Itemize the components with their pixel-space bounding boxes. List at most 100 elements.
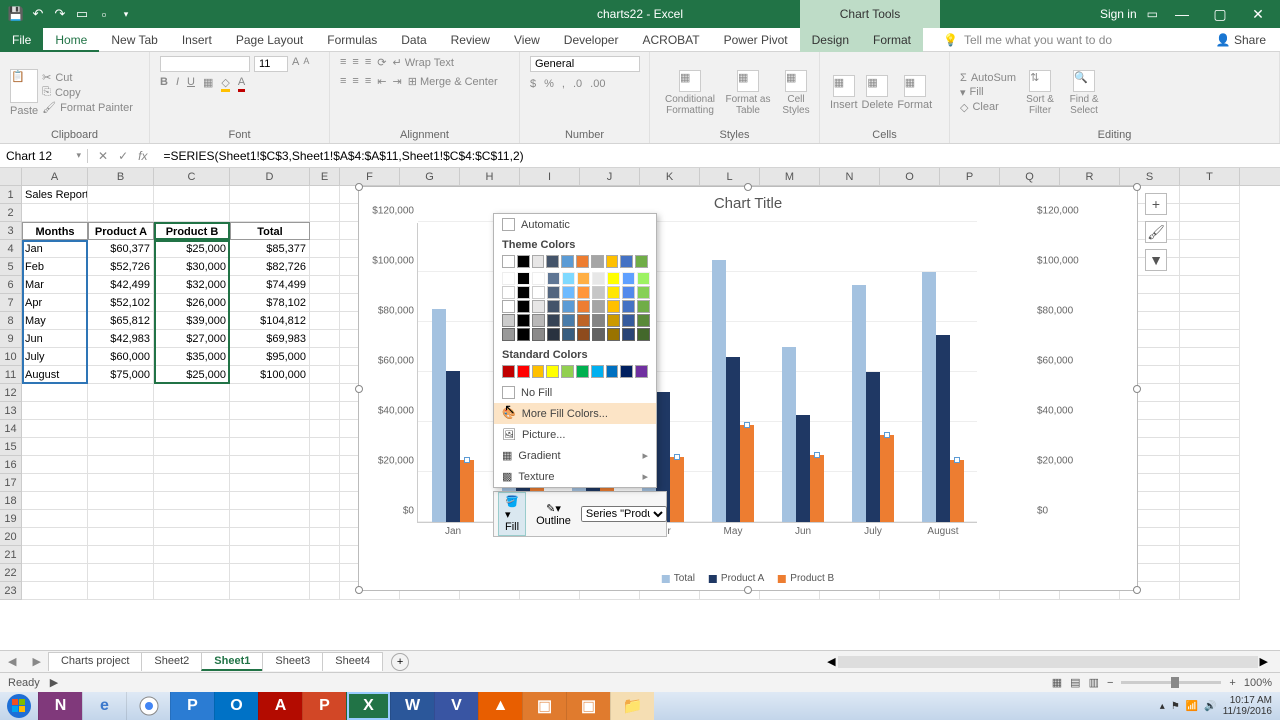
color-swatch[interactable]: [635, 255, 648, 268]
format-painter-button[interactable]: 🖌 Format Painter: [42, 101, 133, 114]
cell[interactable]: [22, 510, 88, 528]
cell[interactable]: [310, 546, 340, 564]
color-swatch[interactable]: [622, 286, 635, 299]
more-fill-colors[interactable]: 🎨More Fill Colors...: [494, 403, 656, 424]
row-header[interactable]: 1: [0, 186, 22, 204]
fill-automatic[interactable]: Automatic: [494, 214, 656, 235]
row-header[interactable]: 22: [0, 564, 22, 582]
fill-texture[interactable]: ▩Texture▸: [494, 466, 656, 487]
fill-color-icon[interactable]: ◇: [221, 76, 229, 92]
cell[interactable]: [310, 312, 340, 330]
tab-view[interactable]: View: [502, 28, 552, 52]
increase-decimal-icon[interactable]: .0: [573, 78, 582, 90]
chart-bar[interactable]: [432, 309, 446, 522]
col-header[interactable]: D: [230, 168, 310, 185]
cell[interactable]: [154, 186, 230, 204]
col-header[interactable]: S: [1120, 168, 1180, 185]
col-header[interactable]: A: [22, 168, 88, 185]
cell[interactable]: May: [22, 312, 88, 330]
row-header[interactable]: 5: [0, 258, 22, 276]
cell[interactable]: $35,000: [154, 348, 230, 366]
taskbar-acrobat-icon[interactable]: A: [258, 692, 302, 720]
color-swatch[interactable]: [607, 272, 620, 285]
cell[interactable]: [310, 420, 340, 438]
color-swatch[interactable]: [592, 286, 605, 299]
tab-data[interactable]: Data: [389, 28, 438, 52]
color-swatch[interactable]: [562, 300, 575, 313]
cell[interactable]: [230, 546, 310, 564]
taskbar-publisher-icon[interactable]: P: [170, 692, 214, 720]
col-header[interactable]: R: [1060, 168, 1120, 185]
cell[interactable]: Product A: [88, 222, 154, 240]
bold-icon[interactable]: B: [160, 76, 168, 92]
col-header[interactable]: M: [760, 168, 820, 185]
cell[interactable]: [1180, 438, 1240, 456]
color-swatch[interactable]: [502, 300, 515, 313]
row-header[interactable]: 8: [0, 312, 22, 330]
cell[interactable]: [88, 402, 154, 420]
color-swatch[interactable]: [635, 365, 648, 378]
cell[interactable]: [154, 564, 230, 582]
color-swatch[interactable]: [637, 286, 650, 299]
chart-legend[interactable]: Total Product A Product B: [662, 573, 834, 584]
cell[interactable]: [310, 186, 340, 204]
macro-record-icon[interactable]: ▶: [50, 676, 58, 689]
row-header[interactable]: 23: [0, 582, 22, 600]
cell[interactable]: [310, 438, 340, 456]
color-swatch[interactable]: [576, 255, 589, 268]
row-header[interactable]: 10: [0, 348, 22, 366]
color-swatch[interactable]: [517, 314, 530, 327]
cell[interactable]: [88, 492, 154, 510]
color-swatch[interactable]: [561, 365, 574, 378]
col-header[interactable]: Q: [1000, 168, 1060, 185]
cell[interactable]: [230, 186, 310, 204]
cell[interactable]: [230, 582, 310, 600]
col-header[interactable]: I: [520, 168, 580, 185]
cell[interactable]: Jan: [22, 240, 88, 258]
sheet-nav-prev[interactable]: ◀: [0, 655, 24, 668]
col-header[interactable]: O: [880, 168, 940, 185]
color-swatch[interactable]: [547, 272, 560, 285]
zoom-slider[interactable]: [1121, 681, 1221, 684]
merge-button[interactable]: ⊞ Merge & Center: [408, 75, 498, 88]
undo-icon[interactable]: ↶: [30, 6, 46, 22]
cell[interactable]: Apr: [22, 294, 88, 312]
chart-bar[interactable]: [446, 371, 460, 522]
color-swatch[interactable]: [532, 272, 545, 285]
col-header[interactable]: B: [88, 168, 154, 185]
clear-button[interactable]: ◇ Clear: [960, 101, 1016, 114]
cell[interactable]: $85,377: [230, 240, 310, 258]
sheet-nav-next[interactable]: ▶: [24, 655, 48, 668]
cell[interactable]: $100,000: [230, 366, 310, 384]
cell[interactable]: Product B: [154, 222, 230, 240]
color-swatch[interactable]: [620, 365, 633, 378]
cell[interactable]: [310, 366, 340, 384]
tray-volume-icon[interactable]: 🔊: [1204, 701, 1216, 712]
cell[interactable]: [310, 564, 340, 582]
chart-bar[interactable]: [866, 372, 880, 522]
row-header[interactable]: 12: [0, 384, 22, 402]
cell[interactable]: [88, 564, 154, 582]
color-swatch[interactable]: [637, 300, 650, 313]
sheet-tab[interactable]: Charts project: [48, 652, 142, 671]
cell[interactable]: $69,983: [230, 330, 310, 348]
row-header[interactable]: 6: [0, 276, 22, 294]
color-swatch[interactable]: [637, 314, 650, 327]
cell[interactable]: [154, 582, 230, 600]
row-header[interactable]: 2: [0, 204, 22, 222]
color-swatch[interactable]: [547, 314, 560, 327]
color-swatch[interactable]: [502, 365, 515, 378]
cell[interactable]: [1180, 186, 1240, 204]
cell[interactable]: [1180, 204, 1240, 222]
cell[interactable]: $27,000: [154, 330, 230, 348]
row-header[interactable]: 11: [0, 366, 22, 384]
color-swatch[interactable]: [592, 314, 605, 327]
align-right-icon[interactable]: ≡: [365, 75, 371, 88]
color-swatch[interactable]: [517, 365, 530, 378]
color-swatch[interactable]: [547, 328, 560, 341]
cell[interactable]: Feb: [22, 258, 88, 276]
cell[interactable]: [1180, 312, 1240, 330]
cell[interactable]: [230, 510, 310, 528]
close-icon[interactable]: ✕: [1244, 6, 1272, 23]
align-center-icon[interactable]: ≡: [352, 75, 358, 88]
